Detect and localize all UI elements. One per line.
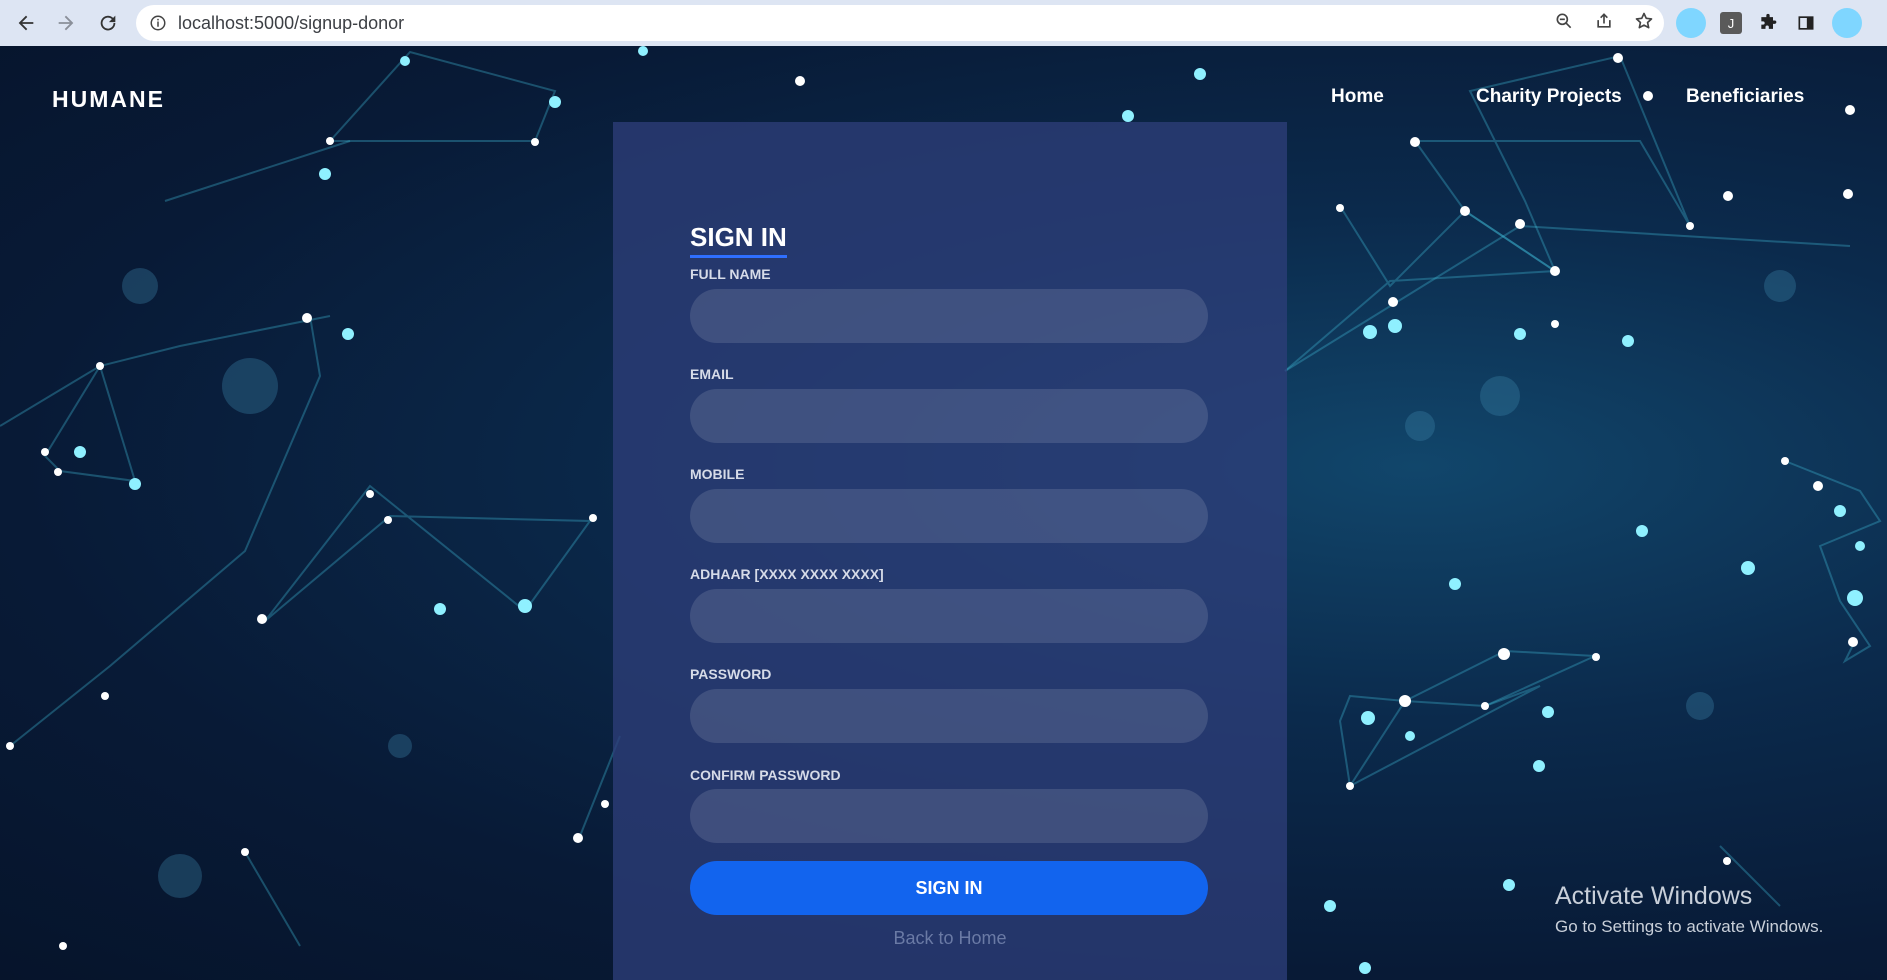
email-label: EMAIL [690, 366, 734, 382]
back-arrow-icon[interactable] [6, 3, 46, 43]
back-to-home-link[interactable]: Back to Home [613, 928, 1287, 949]
extension-avatar[interactable] [1676, 8, 1706, 38]
info-icon[interactable] [148, 13, 168, 33]
watermark-subtitle: Go to Settings to activate Windows. [1555, 917, 1824, 936]
adhaar-label: ADHAAR [XXXX XXXX XXXX] [690, 566, 884, 582]
star-icon[interactable] [1634, 11, 1654, 36]
password-label: PASSWORD [690, 666, 772, 682]
zoom-icon[interactable] [1554, 11, 1574, 36]
sidepanel-icon[interactable] [1794, 11, 1818, 35]
full-name-input[interactable] [690, 289, 1208, 343]
form-title: SIGN IN [690, 222, 787, 258]
password-input[interactable] [690, 689, 1208, 743]
nav-home-link[interactable]: Home [1331, 86, 1384, 108]
page-content: HUMANE Home Charity Projects Beneficiari… [0, 46, 1887, 980]
sign-in-button[interactable]: SIGN IN [690, 861, 1208, 915]
reload-icon[interactable] [88, 3, 128, 43]
mobile-label: MOBILE [690, 466, 745, 482]
extension-j-icon[interactable]: J [1720, 12, 1742, 34]
email-input[interactable] [690, 389, 1208, 443]
signup-card: SIGN IN FULL NAME EMAIL MOBILE ADHAAR [X… [613, 122, 1287, 980]
brand-logo[interactable]: HUMANE [52, 86, 165, 113]
confirm-password-input[interactable] [690, 789, 1208, 843]
windows-activation-watermark: Activate Windows Go to Settings to activ… [1555, 882, 1823, 937]
share-icon[interactable] [1594, 11, 1614, 36]
mobile-input[interactable] [690, 489, 1208, 543]
address-bar[interactable]: localhost:5000/signup-donor [136, 5, 1664, 41]
confirm-password-label: CONFIRM PASSWORD [690, 767, 841, 783]
forward-arrow-icon[interactable] [46, 3, 86, 43]
watermark-title: Activate Windows [1555, 882, 1753, 910]
url-text[interactable]: localhost:5000/signup-donor [178, 13, 404, 34]
nav-charity-projects-link[interactable]: Charity Projects [1476, 86, 1622, 108]
browser-toolbar: localhost:5000/signup-donor J [0, 0, 1887, 46]
nav-beneficiaries-link[interactable]: Beneficiaries [1686, 86, 1804, 108]
puzzle-icon[interactable] [1756, 11, 1780, 35]
full-name-label: FULL NAME [690, 266, 771, 282]
adhaar-input[interactable] [690, 589, 1208, 643]
profile-avatar[interactable] [1832, 8, 1862, 38]
